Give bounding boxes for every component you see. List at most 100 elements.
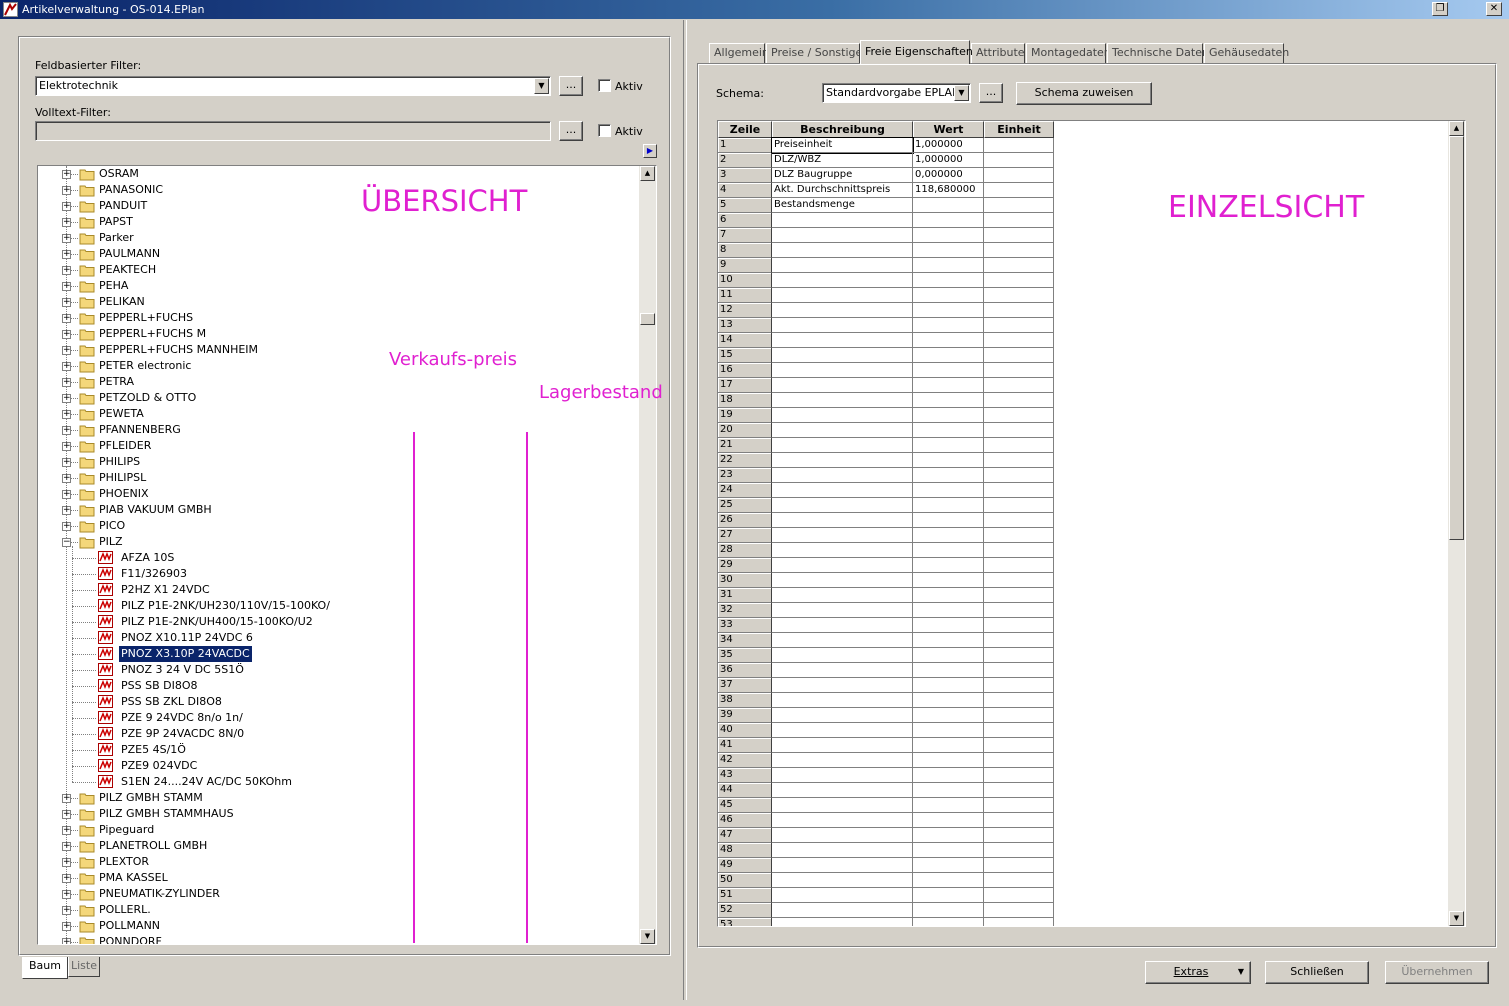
grid-line-number[interactable]: 25 xyxy=(718,498,772,513)
grid-cell-unit[interactable] xyxy=(984,708,1054,723)
grid-cell-unit[interactable] xyxy=(984,813,1054,828)
tree-node[interactable]: + PHOENIX xyxy=(38,486,641,502)
grid-cell-unit[interactable] xyxy=(984,318,1054,333)
grid-cell-unit[interactable] xyxy=(984,453,1054,468)
grid-line-number[interactable]: 24 xyxy=(718,483,772,498)
grid-cell-value[interactable] xyxy=(913,273,984,288)
tree-article[interactable]: AFZA 10S xyxy=(38,550,641,566)
grid-cell-value[interactable] xyxy=(913,633,984,648)
grid-cell-value[interactable] xyxy=(913,603,984,618)
tree-article[interactable]: PILZ P1E-2NK/UH230/110V/15-100KO/ xyxy=(38,598,641,614)
grid-cell-description[interactable] xyxy=(772,768,913,783)
tree-node[interactable]: + PFLEIDER xyxy=(38,438,641,454)
grid-cell-description[interactable] xyxy=(772,543,913,558)
grid-cell-description[interactable] xyxy=(772,723,913,738)
grid-line-number[interactable]: 23 xyxy=(718,468,772,483)
grid-cell-description[interactable] xyxy=(772,678,913,693)
tab-montagedaten[interactable]: Montagedaten xyxy=(1026,43,1111,63)
tree-node[interactable]: + PLEXTOR xyxy=(38,854,641,870)
grid-cell-value[interactable] xyxy=(913,618,984,633)
chevron-down-icon[interactable]: ▼ xyxy=(534,78,549,94)
tree-node[interactable]: + PONNDORF xyxy=(38,934,641,944)
grid-cell-description[interactable]: DLZ/WBZ xyxy=(772,153,913,168)
grid-cell-description[interactable] xyxy=(772,663,913,678)
tree-node[interactable]: + PEPPERL+FUCHS xyxy=(38,310,641,326)
grid-line-number[interactable]: 39 xyxy=(718,708,772,723)
expand-icon[interactable]: + xyxy=(62,394,71,403)
grid-cell-unit[interactable] xyxy=(984,183,1054,198)
grid-line-number[interactable]: 48 xyxy=(718,843,772,858)
grid-line-number[interactable]: 4 xyxy=(718,183,772,198)
expand-icon[interactable]: + xyxy=(62,298,71,307)
grid-cell-description[interactable] xyxy=(772,708,913,723)
grid-line-number[interactable]: 52 xyxy=(718,903,772,918)
tree-node[interactable]: − PILZ xyxy=(38,534,641,550)
expand-icon[interactable]: + xyxy=(62,458,71,467)
grid-line-number[interactable]: 21 xyxy=(718,438,772,453)
grid-cell-description[interactable] xyxy=(772,588,913,603)
tree-node[interactable]: + PILZ GMBH STAMM xyxy=(38,790,641,806)
expand-icon[interactable]: + xyxy=(62,506,71,515)
grid-cell-value[interactable] xyxy=(913,663,984,678)
tree-node[interactable]: + PEPPERL+FUCHS M xyxy=(38,326,641,342)
article-tree[interactable]: + OSRAM + PANASONIC + PANDUIT + PAPST + Parker + PA… xyxy=(37,165,657,945)
grid-cell-description[interactable] xyxy=(772,513,913,528)
grid-cell-value[interactable] xyxy=(913,903,984,918)
grid-cell-description[interactable]: Bestandsmenge xyxy=(772,198,913,213)
grid-line-number[interactable]: 46 xyxy=(718,813,772,828)
schema-assign-button[interactable]: Schema zuweisen xyxy=(1016,82,1152,105)
grid-line-number[interactable]: 35 xyxy=(718,648,772,663)
extras-button[interactable]: Extras ▼ xyxy=(1145,961,1251,984)
fulltext-filter-active-checkbox[interactable] xyxy=(598,124,611,137)
grid-line-number[interactable]: 13 xyxy=(718,318,772,333)
grid-line-number[interactable]: 5 xyxy=(718,198,772,213)
tree-article[interactable]: PZE 9P 24VACDC 8N/0 xyxy=(38,726,641,742)
grid-line-number[interactable]: 9 xyxy=(718,258,772,273)
grid-cell-description[interactable] xyxy=(772,603,913,618)
grid-line-number[interactable]: 18 xyxy=(718,393,772,408)
grid-cell-unit[interactable] xyxy=(984,783,1054,798)
grid-cell-value[interactable] xyxy=(913,888,984,903)
grid-cell-description[interactable] xyxy=(772,363,913,378)
tab-technische-daten[interactable]: Technische Daten xyxy=(1107,43,1209,63)
grid-cell-description[interactable] xyxy=(772,903,913,918)
grid-line-number[interactable]: 11 xyxy=(718,288,772,303)
grid-line-number[interactable]: 44 xyxy=(718,783,772,798)
tree-node[interactable]: + PANDUIT xyxy=(38,198,641,214)
expand-icon[interactable]: + xyxy=(62,202,71,211)
grid-line-number[interactable]: 10 xyxy=(718,273,772,288)
grid-line-number[interactable]: 6 xyxy=(718,213,772,228)
grid-cell-description[interactable] xyxy=(772,648,913,663)
tree-node[interactable]: + PAULMANN xyxy=(38,246,641,262)
grid-header-line[interactable]: Zeile xyxy=(718,121,772,138)
expand-icon[interactable]: + xyxy=(62,858,71,867)
grid-cell-unit[interactable] xyxy=(984,153,1054,168)
grid-cell-unit[interactable] xyxy=(984,588,1054,603)
grid-cell-description[interactable] xyxy=(772,528,913,543)
expand-icon[interactable]: + xyxy=(62,362,71,371)
tree-article[interactable]: PZE5 4S/1Ö xyxy=(38,742,641,758)
tree-scrollbar[interactable]: ▲ ▼ xyxy=(639,166,656,944)
grid-line-number[interactable]: 20 xyxy=(718,423,772,438)
grid-cell-unit[interactable] xyxy=(984,888,1054,903)
grid-cell-unit[interactable] xyxy=(984,273,1054,288)
tree-node[interactable]: + PMA KASSEL xyxy=(38,870,641,886)
close-icon[interactable]: ✕ xyxy=(1486,2,1502,16)
expand-icon[interactable]: + xyxy=(62,218,71,227)
grid-cell-unit[interactable] xyxy=(984,483,1054,498)
grid-cell-description[interactable] xyxy=(772,873,913,888)
tab-preise[interactable]: Preise / Sonstiges xyxy=(766,43,868,63)
schema-more-button[interactable]: ... xyxy=(979,83,1003,103)
expand-icon[interactable]: + xyxy=(62,890,71,899)
properties-grid[interactable]: Zeile Beschreibung Wert Einheit 1 Preisei… xyxy=(717,120,1466,927)
tree-node[interactable]: + PEPPERL+FUCHS MANNHEIM xyxy=(38,342,641,358)
tree-node[interactable]: + PICO xyxy=(38,518,641,534)
grid-cell-value[interactable] xyxy=(913,588,984,603)
grid-line-number[interactable]: 7 xyxy=(718,228,772,243)
grid-cell-description[interactable] xyxy=(772,258,913,273)
scroll-up-icon[interactable]: ▲ xyxy=(640,166,655,181)
tree-article[interactable]: F11/326903 xyxy=(38,566,641,582)
grid-line-number[interactable]: 45 xyxy=(718,798,772,813)
tab-baum[interactable]: Baum xyxy=(22,957,68,979)
grid-line-number[interactable]: 37 xyxy=(718,678,772,693)
